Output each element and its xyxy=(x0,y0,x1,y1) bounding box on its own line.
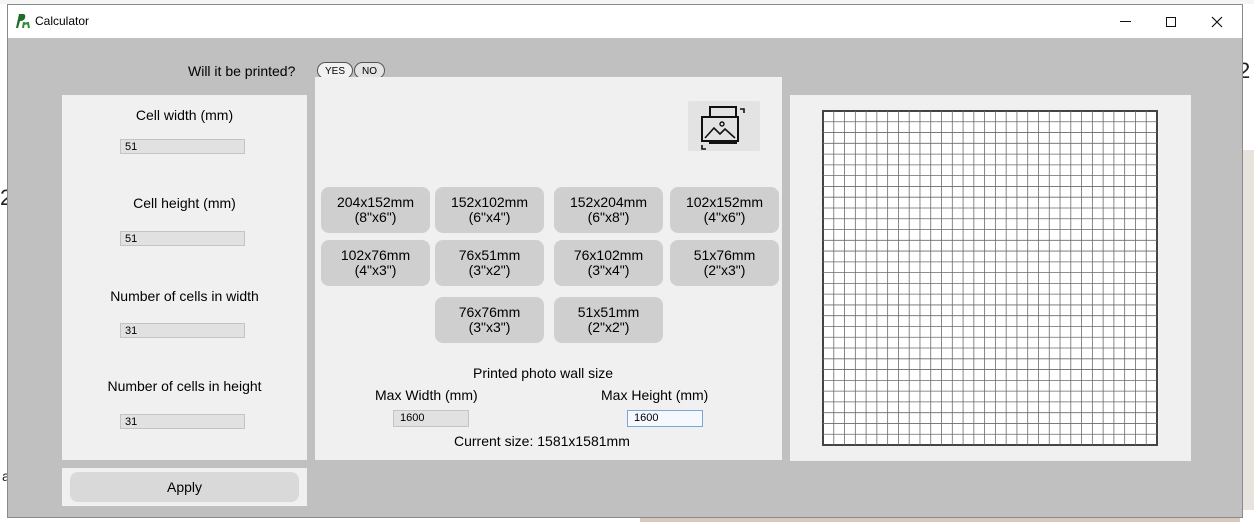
grid-preview-panel xyxy=(790,95,1191,461)
minimize-button[interactable] xyxy=(1102,5,1148,38)
size-mm: 152x204mm xyxy=(569,194,648,210)
max-width-label: Max Width (mm) xyxy=(375,387,478,403)
cell-height-input[interactable]: 51 xyxy=(120,231,245,246)
max-height-input[interactable]: 1600 xyxy=(627,410,703,427)
size-preset-button[interactable]: 204x152mm (8"x6") xyxy=(321,187,430,233)
size-mm: 204x152mm xyxy=(336,194,415,210)
size-inch: (8"x6") xyxy=(354,209,397,225)
size-inch: (3"x3") xyxy=(468,319,511,335)
wall-size-heading: Printed photo wall size xyxy=(473,365,614,381)
size-preset-button[interactable]: 51x51mm (2"x2") xyxy=(554,297,663,343)
size-mm: 51x51mm xyxy=(577,304,640,320)
size-inch: (2"x2") xyxy=(587,319,630,335)
size-inch: (2"x3") xyxy=(703,262,746,278)
current-size-text: Current size: 1581x1581mm xyxy=(454,433,630,449)
apply-panel: Apply xyxy=(62,468,307,506)
size-inch: (3"x4") xyxy=(587,262,630,278)
size-mm: 152x102mm xyxy=(450,194,529,210)
size-presets-panel: 204x152mm (8"x6") 152x102mm (6"x4") 152x… xyxy=(315,77,782,460)
size-preset-button[interactable]: 152x102mm (6"x4") xyxy=(435,187,544,233)
cell-height-label: Cell height (mm) xyxy=(133,195,236,211)
size-inch: (6"x8") xyxy=(587,209,630,225)
size-inch: (3"x2") xyxy=(468,262,511,278)
size-mm: 102x152mm xyxy=(685,194,764,210)
size-mm: 76x51mm xyxy=(458,247,521,263)
size-inch: (6"x4") xyxy=(468,209,511,225)
size-inch: (4"x3") xyxy=(354,262,397,278)
cell-settings-panel: Cell width (mm) 51 Cell height (mm) 51 N… xyxy=(62,95,307,460)
cells-height-input[interactable]: 31 xyxy=(120,414,245,429)
close-button[interactable] xyxy=(1194,5,1240,38)
title-bar[interactable]: Calculator xyxy=(8,5,1242,38)
cells-width-input[interactable]: 31 xyxy=(120,323,245,338)
close-icon xyxy=(1211,16,1223,27)
minimize-icon xyxy=(1119,21,1131,22)
size-mm: 102x76mm xyxy=(340,247,411,263)
size-mm: 51x76mm xyxy=(693,247,756,263)
window-title: Calculator xyxy=(35,14,90,28)
size-mm: 76x102mm xyxy=(573,247,644,263)
max-width-input[interactable]: 1600 xyxy=(393,410,469,427)
app-logo-icon xyxy=(16,14,30,29)
apply-button[interactable]: Apply xyxy=(70,472,299,502)
size-preset-button[interactable]: 102x76mm (4"x3") xyxy=(321,240,430,286)
cell-width-label: Cell width (mm) xyxy=(135,107,234,123)
rotate-button[interactable] xyxy=(688,101,760,151)
cells-width-label: Number of cells in width xyxy=(110,288,259,304)
size-preset-button[interactable]: 102x152mm (4"x6") xyxy=(670,187,779,233)
size-preset-button[interactable]: 51x76mm (2"x3") xyxy=(670,240,779,286)
size-preset-button[interactable]: 76x51mm (3"x2") xyxy=(435,240,544,286)
maximize-button[interactable] xyxy=(1148,5,1194,38)
cells-height-label: Number of cells in height xyxy=(107,378,262,394)
printed-question: Will it be printed? xyxy=(188,63,296,79)
grid-preview xyxy=(822,110,1158,446)
cell-width-input[interactable]: 51 xyxy=(120,139,245,154)
rotate-orientation-icon xyxy=(701,106,745,150)
size-preset-button[interactable]: 152x204mm (6"x8") xyxy=(554,187,663,233)
size-preset-button[interactable]: 76x102mm (3"x4") xyxy=(554,240,663,286)
max-height-label: Max Height (mm) xyxy=(601,387,709,403)
calculator-window: Calculator Will it be printed? YES NO Ce… xyxy=(7,4,1243,518)
size-preset-button[interactable]: 76x76mm (3"x3") xyxy=(435,297,544,343)
size-mm: 76x76mm xyxy=(458,304,521,320)
size-inch: (4"x6") xyxy=(703,209,746,225)
maximize-icon xyxy=(1166,16,1176,27)
